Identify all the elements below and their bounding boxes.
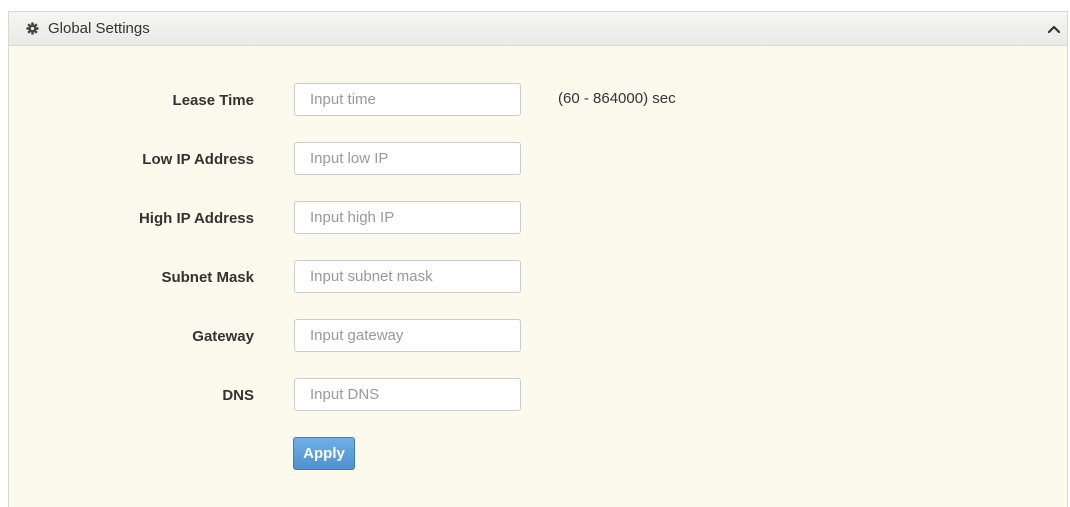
subnet-mask-input[interactable] <box>294 260 521 293</box>
low-ip-address-label: Low IP Address <box>142 151 254 168</box>
high-ip-address-label: High IP Address <box>138 210 254 227</box>
gateway-input[interactable] <box>294 319 521 352</box>
global-settings-panel: Global Settings Lease Time (60 - 864000)… <box>8 11 1068 507</box>
apply-button[interactable]: Apply <box>293 437 355 470</box>
chevron-up-icon[interactable] <box>1047 22 1061 36</box>
panel-header[interactable]: Global Settings <box>9 12 1067 46</box>
gateway-label: Gateway <box>192 328 254 345</box>
panel-title: Global Settings <box>48 20 150 37</box>
subnet-mask-label: Subnet Mask <box>161 269 254 286</box>
gear-icon <box>26 22 39 35</box>
lease-time-input[interactable] <box>294 83 521 116</box>
dns-input[interactable] <box>294 378 521 411</box>
low-ip-address-input[interactable] <box>294 142 521 175</box>
lease-time-label: Lease Time <box>172 92 254 109</box>
dns-label: DNS <box>222 387 254 404</box>
lease-time-range-hint: (60 - 864000) sec <box>558 90 676 107</box>
high-ip-address-input[interactable] <box>294 201 521 234</box>
